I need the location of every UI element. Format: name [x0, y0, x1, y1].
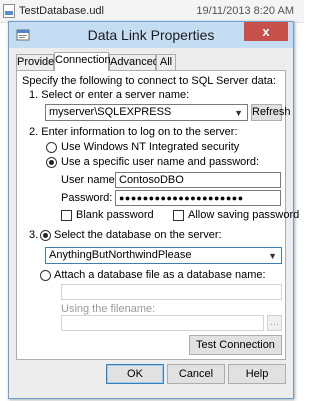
refresh-button[interactable]: Refresh	[251, 104, 291, 121]
data-link-properties-dialog: Data Link Properties x Provider Connecti…	[8, 21, 299, 399]
chevron-down-icon[interactable]: ▼	[268, 249, 277, 264]
username-field[interactable]: ContosoDBO	[115, 172, 281, 188]
step3-number: 3.	[29, 229, 39, 241]
browse-button-label: ...	[269, 316, 280, 328]
specific-user-radio[interactable]	[46, 157, 57, 168]
ok-button[interactable]: OK	[106, 364, 164, 384]
database-combo[interactable]: AnythingButNorthwindPlease ▼	[45, 247, 282, 264]
specific-user-label[interactable]: Use a specific user name and password:	[61, 156, 259, 168]
server-name-combo[interactable]: myserver\SQLEXPRESS ▼	[45, 104, 248, 121]
step2-label: 2. Enter information to log on to the se…	[29, 126, 238, 138]
help-button-label: Help	[245, 368, 269, 380]
cancel-button-label: Cancel	[178, 368, 214, 380]
filename-field[interactable]	[61, 315, 264, 331]
windows-security-radio[interactable]	[46, 142, 57, 153]
password-label: Password:	[61, 192, 113, 204]
test-connection-label: Test Connection	[196, 339, 275, 351]
select-database-radio[interactable]	[40, 230, 51, 241]
password-field[interactable]: ●●●●●●●●●●●●●●●●●●●●●	[115, 190, 281, 206]
username-value: ContosoDBO	[119, 174, 184, 186]
test-connection-button[interactable]: Test Connection	[189, 335, 282, 355]
cancel-button[interactable]: Cancel	[167, 364, 225, 384]
background-filename: TestDatabase.udl	[19, 5, 104, 17]
browse-button[interactable]: ...	[267, 315, 282, 331]
using-filename-label: Using the filename:	[61, 303, 156, 315]
blank-password-label[interactable]: Blank password	[76, 209, 154, 221]
attach-database-radio[interactable]	[40, 270, 51, 281]
windows-security-label[interactable]: Use Windows NT Integrated security	[61, 141, 239, 153]
help-button[interactable]: Help	[228, 364, 286, 384]
title-bar[interactable]: Data Link Properties x	[9, 22, 293, 48]
tab-advanced-label: Advanced	[110, 56, 159, 68]
step1-label: 1. Select or enter a server name:	[29, 89, 190, 101]
tab-provider[interactable]: Provider	[16, 54, 58, 70]
close-button[interactable]: x	[244, 22, 288, 41]
username-label: User name:	[61, 174, 118, 186]
connection-tab-panel: Specify the following to connect to SQL …	[16, 70, 299, 360]
attach-database-label[interactable]: Attach a database file as a database nam…	[54, 269, 266, 281]
udl-file-icon	[3, 4, 15, 18]
password-mask: ●●●●●●●●●●●●●●●●●●●●●	[119, 193, 244, 203]
tab-all[interactable]: All	[156, 54, 176, 70]
server-name-value: myserver\SQLEXPRESS	[49, 106, 172, 118]
allow-saving-password-label[interactable]: Allow saving password	[188, 209, 299, 221]
tab-connection-label: Connection	[55, 54, 111, 66]
chevron-down-icon[interactable]: ▼	[234, 106, 243, 121]
attach-database-name-field[interactable]	[61, 284, 282, 300]
select-database-label[interactable]: Select the database on the server:	[54, 229, 222, 241]
tab-connection[interactable]: Connection	[54, 52, 111, 71]
database-value: AnythingButNorthwindPlease	[49, 249, 192, 261]
tab-provider-label: Provider	[17, 56, 58, 68]
tab-advanced[interactable]: Advanced	[109, 54, 159, 70]
refresh-button-label: Refresh	[252, 106, 291, 118]
blank-password-checkbox[interactable]	[61, 210, 72, 221]
intro-text: Specify the following to connect to SQL …	[22, 75, 276, 87]
background-datetime: 19/11/2013 8:20 AM	[196, 5, 294, 17]
allow-saving-password-checkbox[interactable]	[173, 210, 184, 221]
background-file-row[interactable]: TestDatabase.udl 19/11/2013 8:20 AM	[0, 0, 304, 23]
tab-all-label: All	[159, 56, 173, 68]
close-icon: x	[262, 24, 270, 39]
ok-button-label: OK	[127, 368, 143, 380]
